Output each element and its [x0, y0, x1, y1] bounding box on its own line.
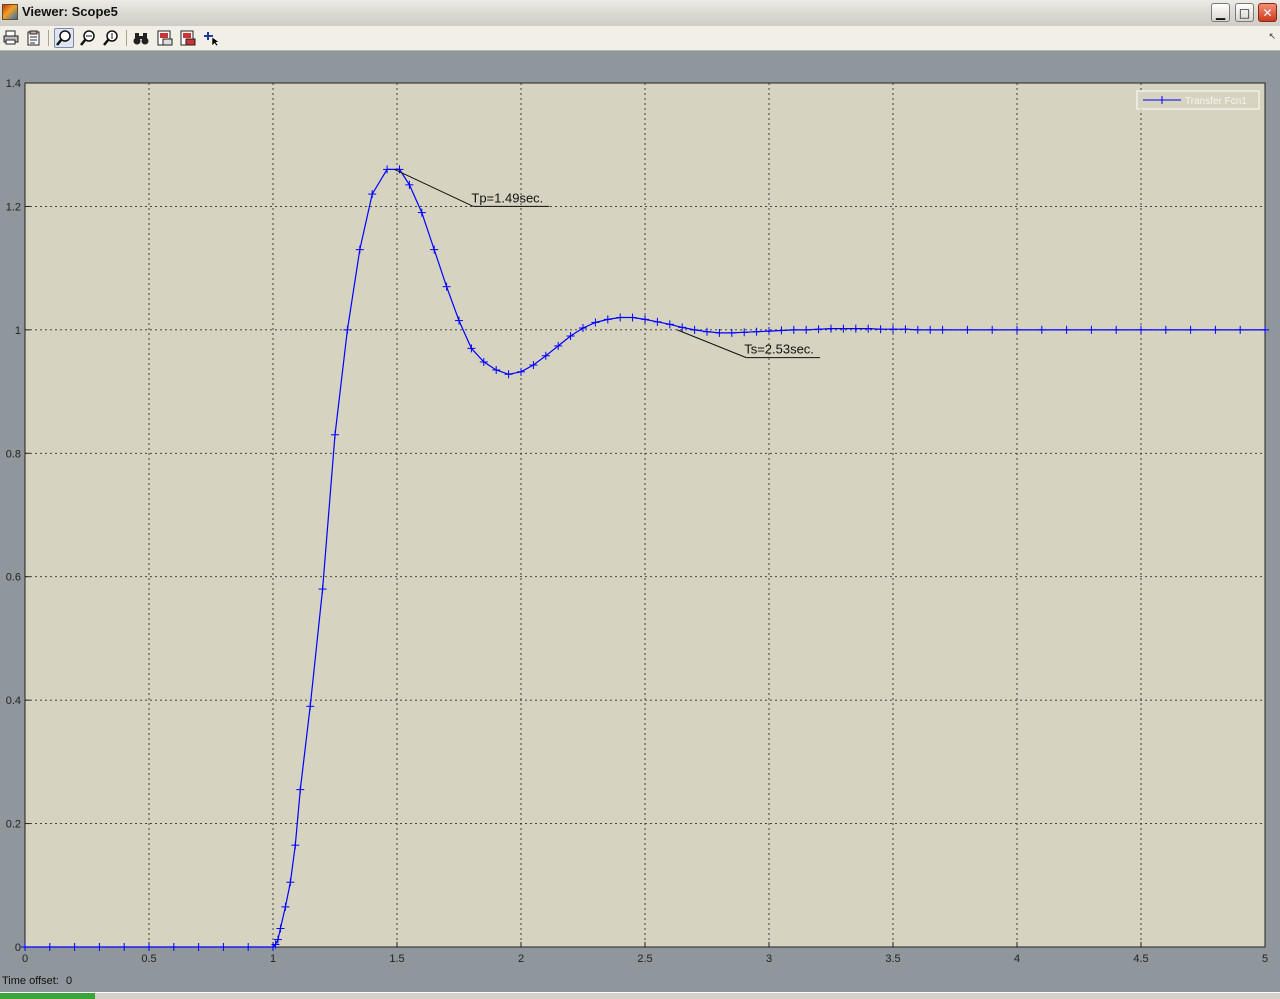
toolbar: ↖: [0, 26, 1280, 51]
matlab-logo-icon: [2, 4, 18, 20]
time-offset-value: 0: [66, 975, 73, 987]
scope-plot[interactable]: Tp=1.49sec. Ts=2.53sec. 0 0.5 1 1.5 2 2.5 3 3.5 4…: [0, 51, 1280, 972]
parameters-button[interactable]: [24, 28, 44, 48]
zoom-y-icon: [103, 30, 118, 46]
minimize-icon: ▁: [1215, 5, 1226, 20]
annotation-text: Ts=2.53sec.: [744, 342, 814, 357]
y-tick-label: 1: [15, 325, 21, 337]
toolbar-separator: [48, 30, 49, 46]
x-tick-label: 0: [22, 953, 28, 965]
minimize-button[interactable]: ▁: [1211, 3, 1230, 22]
zoom-y-button[interactable]: [101, 28, 121, 48]
x-tick-label: 2: [518, 953, 524, 965]
y-tick-label: 0.6: [6, 572, 21, 584]
toolbar-dock-icon[interactable]: ↖: [1268, 32, 1276, 42]
restore-axes-icon: [180, 30, 196, 46]
zoom-x-icon: [80, 30, 95, 46]
status-bar: Time offset: 0: [0, 972, 1280, 992]
restore-axes-button[interactable]: [178, 28, 198, 48]
close-button[interactable]: ✕: [1258, 3, 1277, 22]
maximize-icon: □: [1238, 5, 1251, 20]
zoom-x-button[interactable]: [78, 28, 98, 48]
x-tick-label: 4.5: [1133, 953, 1148, 965]
x-tick-label: 0.5: [141, 953, 156, 965]
legend-button[interactable]: [202, 28, 222, 48]
legend[interactable]: Transfer Fcn1: [1136, 90, 1260, 110]
y-tick-label: 0.2: [6, 819, 21, 831]
save-axes-button[interactable]: [155, 28, 175, 48]
y-tick-label: 0.8: [6, 448, 21, 460]
y-tick-label: 0: [15, 942, 21, 954]
print-button[interactable]: [1, 28, 21, 48]
magnifier-icon: [56, 30, 71, 46]
binoculars-icon: [133, 33, 149, 45]
time-offset-label: Time offset:: [2, 975, 59, 987]
x-tick-label: 1: [270, 953, 276, 965]
printer-icon: [3, 30, 19, 45]
toolbar-separator: [126, 30, 127, 46]
title-bar[interactable]: Viewer: Scope5 ▁ □ ✕: [0, 0, 1280, 27]
y-tick-label: 0.4: [6, 695, 21, 707]
annotation-text: Tp=1.49sec.: [471, 190, 543, 205]
x-tick-label: 5: [1262, 953, 1268, 965]
zoom-button[interactable]: [54, 28, 74, 48]
y-tick-label: 1.4: [6, 78, 21, 90]
start-button[interactable]: [0, 993, 95, 999]
x-tick-label: 3.5: [885, 953, 900, 965]
legend-label: Transfer Fcn1: [1185, 96, 1247, 107]
legend-cursor-icon: [204, 32, 220, 46]
x-tick-label: 4: [1014, 953, 1020, 965]
parameters-icon: [27, 30, 40, 46]
autoscale-button[interactable]: [131, 28, 151, 48]
x-tick-label: 2.5: [637, 953, 652, 965]
x-tick-label: 1.5: [389, 953, 404, 965]
save-axes-icon: [157, 30, 173, 46]
x-tick-label: 3: [766, 953, 772, 965]
window-title: Viewer: Scope5: [22, 4, 118, 19]
maximize-button[interactable]: □: [1235, 3, 1254, 22]
y-tick-label: 1.2: [6, 201, 21, 213]
close-icon: ✕: [1262, 5, 1273, 20]
